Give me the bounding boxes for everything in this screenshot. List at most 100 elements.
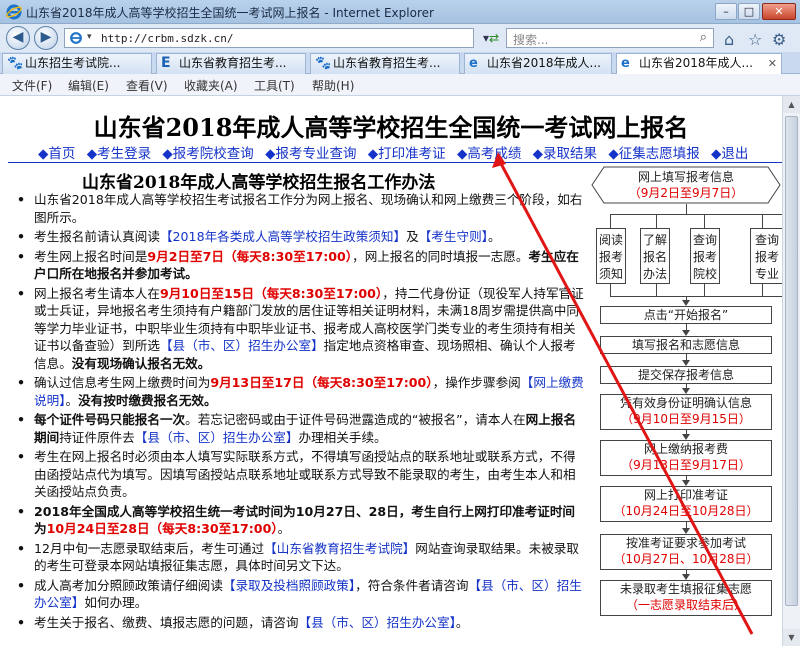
flow-connector [762,214,763,228]
menu-tools[interactable]: 工具(T) [254,77,295,94]
item-text: 持证件原件去 [59,429,135,445]
nav-scores[interactable]: ◆高考成绩 [457,146,521,162]
paw-icon: 🐾 [7,56,24,71]
favorites-star-icon[interactable]: ☆ [748,30,762,49]
item-bold: 没有按时缴费报名无效。 [78,392,217,408]
list-item: • 网上报名考生请本人在9月10日至15日（每天8:30至17:00），持二代身… [17,285,584,371]
tab-1[interactable]: 🐾 山东招生考试院... [2,53,152,74]
county-office-link[interactable]: 【县（市、区）招生办公室】 [135,430,299,445]
flow-connector [704,284,705,296]
flow-step-label: 未录取考生填报征集志愿 [619,582,752,596]
browser-window: 山东省2018年成人高等学校招生全国统一考试网上报名 - Internet Ex… [0,0,800,646]
flow-branch-label: 阅读报考须知 [598,233,623,281]
nav-school-query[interactable]: ◆报考院校查询 [162,146,253,162]
list-item: • 考生在网上报名时必须由本人填写实际联系方式，不得填写函授站点的联系地址或联系… [17,449,576,499]
county-office-link[interactable]: 【县（市、区）招生办公室】 [160,338,324,353]
menu-favorites[interactable]: 收藏夹(A) [184,77,238,94]
ie-logo-icon [6,4,22,20]
nav-major-query[interactable]: ◆报考专业查询 [265,146,356,162]
nav-admission-result[interactable]: ◆录取结果 [533,146,597,162]
flow-step-label: 按准考证要求参加考试 [625,536,746,550]
nav-supplement-fill[interactable]: ◆征集志愿填报 [608,146,699,162]
go-refresh-icon[interactable]: ⇄ [484,29,504,47]
ie-page-icon: e [469,56,478,71]
flow-branch-method: 了解报名办法 [640,228,670,284]
flow-connector [610,296,782,297]
nav-home[interactable]: ◆首页 [38,146,75,162]
flow-step-label: 填写报名和志愿信息 [631,338,740,352]
date-highlight: 10月24日至28日（每天8:30至17:00） [46,521,278,536]
flow-connector [704,214,705,228]
home-icon[interactable]: ⌂ [724,30,734,49]
policy-link[interactable]: 【2018年各类成人高等学校招生政策须知】 [160,229,406,244]
flow-step-sub: （10月27日、10月28日） [613,552,759,566]
item-text: ，符合条件者请咨询 [355,577,469,593]
bonus-policy-link[interactable]: 【录取及投档照顾政策】 [223,578,355,593]
tab-5-active[interactable]: e 山东省2018年成人... ✕ [616,53,782,75]
tab-close-icon[interactable]: ✕ [768,54,777,73]
flow-step-label: 点击“开始报名” [643,308,729,322]
minimize-button[interactable]: – [715,3,737,20]
nav-login[interactable]: ◆考生登录 [87,146,151,162]
menu-view[interactable]: 查看(V) [126,77,168,94]
list-item: • 山东省2018年成人高等学校招生考试报名工作分为网上报名、现场确认和网上缴费… [17,192,583,225]
address-toolbar: ◀ ▶ ▾ http://crbm.sdzk.cn/ ▾ ⇄ 搜索... ⌕ ⌂… [0,24,800,52]
flow-connector [610,214,782,215]
item-bold: 每个证件号码只能报名一次 [34,412,186,427]
flow-step-sub: （9月13日至9月17日） [621,458,751,472]
tab-2[interactable]: E 山东省教育招生考... [156,53,306,74]
nav-logout[interactable]: ◆退出 [711,146,748,162]
county-office-link[interactable]: 【县（市、区）招生办公室】 [298,615,455,630]
paw-icon: 🐾 [315,56,332,71]
tab-label: 山东省2018年成人... [639,56,753,70]
flow-top-sub: （9月2日至9月7日） [628,186,744,200]
item-text: 确认过信息考生网上缴费时间为 [34,375,211,390]
list-item: • 2018年全国成人高等学校招生统一考试时间为10月27日、28日，考生自行上… [17,503,576,537]
gear-icon[interactable]: ⚙ [772,30,786,49]
flow-step-sub: （10月24日至10月28日） [613,504,759,518]
vertical-scrollbar[interactable]: ▲ ▼ [782,96,800,646]
menu-bar: 文件(F) 编辑(E) 查看(V) 收藏夹(A) 工具(T) 帮助(H) [0,74,800,96]
maximize-button[interactable]: □ [738,3,760,20]
list-item: • 12月中旬一志愿录取结束后，考生可通过【山东省教育招生考试院】网站查询录取结… [17,540,579,574]
exam-institute-link[interactable]: 【山东省教育招生考试院】 [264,541,415,556]
flow-step-label: 网上缴纳报考费 [643,442,728,456]
back-button[interactable]: ◀ [6,26,30,50]
tab-4[interactable]: e 山东省2018年成人... [464,53,612,74]
flow-step-fill: 填写报名和志愿信息 [600,336,772,354]
item-text: 办理相关手续。 [298,429,387,445]
page-title: 山东省2018年成人高等学校招生全国统一考试网上报名 [93,113,689,142]
date-highlight: 9月10日至15日（每天8:30至17:00） [159,285,383,301]
rules-link[interactable]: 【考生守则】 [419,229,488,244]
nav-print-ticket[interactable]: ◆打印准考证 [368,146,446,162]
flow-branch-schools: 查询报考院校 [690,228,720,284]
item-text: 。若忘记密码或由于证件号码泄露造成的“被报名”，请本人在 [185,412,526,427]
tab-label: 山东省2018年成人... [487,56,601,70]
menu-help[interactable]: 帮助(H) [312,77,354,94]
date-highlight: 9月2日至7日（每天8:30至17:00） [147,248,353,264]
forward-arrow-icon: ▶ [40,29,52,45]
list-item: • 成人高考加分照顾政策请仔细阅读【录取及投档照顾政策】，符合条件者请咨询【县（… [17,577,582,611]
address-dropdown-icon[interactable]: ▾ [87,32,92,42]
menu-file[interactable]: 文件(F) [12,77,52,94]
search-box[interactable]: 搜索... ⌕ [506,28,714,48]
item-text: 网上报名考生请本人在 [34,285,160,301]
scroll-up-arrow-icon[interactable]: ▲ [783,96,800,113]
scroll-thumb[interactable] [785,116,798,606]
scroll-down-arrow-icon[interactable]: ▼ [783,629,800,646]
search-icon[interactable]: ⌕ [700,30,707,45]
flow-step-print: 网上打印准考证 （10月24日至10月28日） [600,486,772,522]
flow-step-pay: 网上缴纳报考费 （9月13日至9月17日） [600,440,772,476]
date-highlight: 9月13日至17日（每天8:30至17:00） [210,375,433,390]
item-text: 考生报名前请认真阅读 [34,229,160,244]
address-bar[interactable]: ▾ http://crbm.sdzk.cn/ [64,28,474,48]
flow-connector [656,284,657,296]
flow-step-label: 凭有效身份证明确认信息 [619,396,752,410]
tab-3[interactable]: 🐾 山东省教育招生考... [310,53,460,74]
registration-flowchart: 网上填写报考信息 （9月2日至9月7日） 阅读报考须知 了解报名办法 查询报考院… [590,166,782,646]
menu-edit[interactable]: 编辑(E) [68,77,109,94]
item-text: 成人高考加分照顾政策请仔细阅读 [34,577,223,593]
close-button[interactable]: ✕ [762,3,796,20]
forward-button[interactable]: ▶ [34,26,58,50]
search-placeholder: 搜索... [513,33,549,47]
